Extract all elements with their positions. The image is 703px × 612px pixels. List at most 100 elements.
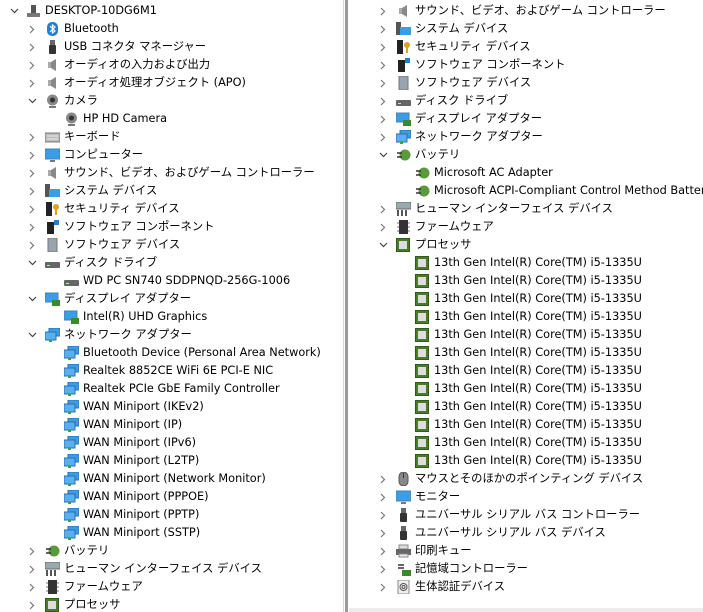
tree-item-keyboard[interactable]: キーボード <box>0 128 343 146</box>
tree-item-13th-gen-intel-r-core-tm-i5-1335u[interactable]: 13th Gen Intel(R) Core(TM) i5-1335U <box>349 434 703 452</box>
tree-item-13th-gen-intel-r-core-tm-i5-1335u[interactable]: 13th Gen Intel(R) Core(TM) i5-1335U <box>349 452 703 470</box>
chevron-right-icon[interactable] <box>25 74 39 92</box>
tree-item-disk-drive[interactable]: ディスク ドライブ <box>0 254 343 272</box>
tree-item-speaker[interactable]: サウンド、ビデオ、およびゲーム コントローラー <box>0 164 343 182</box>
chevron-right-icon[interactable] <box>376 578 390 596</box>
tree-item-apo[interactable]: オーディオ処理オブジェクト (APO) <box>0 74 343 92</box>
tree-item-13th-gen-intel-r-core-tm-i5-1335u[interactable]: 13th Gen Intel(R) Core(TM) i5-1335U <box>349 362 703 380</box>
tree-item-mouse[interactable]: マウスとそのほかのポインティング デバイス <box>349 470 703 488</box>
tree-item-microsoft-acpi-compliant-control-method-battery[interactable]: Microsoft ACPI-Compliant Control Method … <box>349 182 703 200</box>
tree-item-13th-gen-intel-r-core-tm-i5-1335u[interactable]: 13th Gen Intel(R) Core(TM) i5-1335U <box>349 380 703 398</box>
tree-item-battery[interactable]: バッテリ <box>349 146 703 164</box>
tree-item-display-adapter[interactable]: ディスプレイ アダプター <box>0 290 343 308</box>
chevron-down-icon[interactable] <box>7 2 21 20</box>
tree-item-desktop-10dg6m1[interactable]: DESKTOP-10DG6M1 <box>0 2 343 20</box>
tree-item-monitor[interactable]: モニター <box>349 488 703 506</box>
chevron-right-icon[interactable] <box>25 146 39 164</box>
chevron-right-icon[interactable] <box>376 2 390 20</box>
tree-item-bluetooth-device-personal-area-network[interactable]: Bluetooth Device (Personal Area Network) <box>0 344 343 362</box>
tree-item-hid[interactable]: ヒューマン インターフェイス デバイス <box>0 560 343 578</box>
tree-item-speaker[interactable]: オーディオの入力および出力 <box>0 56 343 74</box>
tree-item-firmware[interactable]: ファームウェア <box>0 578 343 596</box>
chevron-right-icon[interactable] <box>25 596 39 612</box>
chevron-right-icon[interactable] <box>25 128 39 146</box>
tree-item-13th-gen-intel-r-core-tm-i5-1335u[interactable]: 13th Gen Intel(R) Core(TM) i5-1335U <box>349 254 703 272</box>
chevron-down-icon[interactable] <box>25 290 39 308</box>
tree-item-software-device[interactable]: ソフトウェア デバイス <box>0 236 343 254</box>
tree-item-13th-gen-intel-r-core-tm-i5-1335u[interactable]: 13th Gen Intel(R) Core(TM) i5-1335U <box>349 344 703 362</box>
chevron-right-icon[interactable] <box>25 38 39 56</box>
tree-item-processor[interactable]: プロセッサ <box>349 236 703 254</box>
tree-item-software-device[interactable]: ソフトウェア デバイス <box>349 74 703 92</box>
tree-item-realtek-8852ce-wifi-6e-pci-e-nic[interactable]: Realtek 8852CE WiFi 6E PCI-E NIC <box>0 362 343 380</box>
chevron-right-icon[interactable] <box>376 524 390 542</box>
chevron-down-icon[interactable] <box>376 146 390 164</box>
tree-item-13th-gen-intel-r-core-tm-i5-1335u[interactable]: 13th Gen Intel(R) Core(TM) i5-1335U <box>349 416 703 434</box>
tree-item-usb[interactable]: ユニバーサル シリアル バス デバイス <box>349 524 703 542</box>
tree-item-firmware[interactable]: ファームウェア <box>349 218 703 236</box>
chevron-right-icon[interactable] <box>25 20 39 38</box>
chevron-right-icon[interactable] <box>25 182 39 200</box>
tree-item-printer[interactable]: 印刷キュー <box>349 542 703 560</box>
tree-item-wan-miniport-ikev2[interactable]: WAN Miniport (IKEv2) <box>0 398 343 416</box>
chevron-right-icon[interactable] <box>376 200 390 218</box>
chevron-right-icon[interactable] <box>25 236 39 254</box>
tree-item-usb[interactable]: USB コネクタ マネージャー <box>0 38 343 56</box>
tree-item-wan-miniport-network-monitor[interactable]: WAN Miniport (Network Monitor) <box>0 470 343 488</box>
tree-item-disk-drive[interactable]: ディスク ドライブ <box>349 92 703 110</box>
chevron-down-icon[interactable] <box>25 326 39 344</box>
chevron-right-icon[interactable] <box>376 38 390 56</box>
chevron-right-icon[interactable] <box>376 74 390 92</box>
tree-item-software-component[interactable]: ソフトウェア コンポーネント <box>0 218 343 236</box>
chevron-right-icon[interactable] <box>376 506 390 524</box>
tree-item-13th-gen-intel-r-core-tm-i5-1335u[interactable]: 13th Gen Intel(R) Core(TM) i5-1335U <box>349 308 703 326</box>
tree-item-webcam[interactable]: カメラ <box>0 92 343 110</box>
tree-item-network-adapter[interactable]: ネットワーク アダプター <box>0 326 343 344</box>
chevron-right-icon[interactable] <box>25 164 39 182</box>
chevron-right-icon[interactable] <box>25 56 39 74</box>
chevron-right-icon[interactable] <box>25 578 39 596</box>
tree-item-fingerprint[interactable]: 生体認証デバイス <box>349 578 703 596</box>
chevron-right-icon[interactable] <box>25 542 39 560</box>
tree-item-security-key[interactable]: セキュリティ デバイス <box>0 200 343 218</box>
tree-item-microsoft-ac-adapter[interactable]: Microsoft AC Adapter <box>349 164 703 182</box>
chevron-right-icon[interactable] <box>25 200 39 218</box>
chevron-right-icon[interactable] <box>376 110 390 128</box>
tree-item-realtek-pcie-gbe-family-controller[interactable]: Realtek PCIe GbE Family Controller <box>0 380 343 398</box>
chevron-right-icon[interactable] <box>376 20 390 38</box>
chevron-right-icon[interactable] <box>376 218 390 236</box>
tree-item-hp-hd-camera[interactable]: HP HD Camera <box>0 110 343 128</box>
tree-item-display-adapter[interactable]: ディスプレイ アダプター <box>349 110 703 128</box>
tree-item-wan-miniport-ipv6[interactable]: WAN Miniport (IPv6) <box>0 434 343 452</box>
chevron-right-icon[interactable] <box>376 92 390 110</box>
tree-item-wan-miniport-pptp[interactable]: WAN Miniport (PPTP) <box>0 506 343 524</box>
chevron-right-icon[interactable] <box>376 128 390 146</box>
tree-item-system-device[interactable]: システム デバイス <box>0 182 343 200</box>
chevron-right-icon[interactable] <box>376 56 390 74</box>
tree-item-wan-miniport-l2tp[interactable]: WAN Miniport (L2TP) <box>0 452 343 470</box>
tree-item-processor[interactable]: プロセッサ <box>0 596 343 612</box>
chevron-right-icon[interactable] <box>376 560 390 578</box>
tree-item-speaker[interactable]: サウンド、ビデオ、およびゲーム コントローラー <box>349 2 703 20</box>
pane-divider[interactable] <box>345 0 348 612</box>
tree-item-13th-gen-intel-r-core-tm-i5-1335u[interactable]: 13th Gen Intel(R) Core(TM) i5-1335U <box>349 326 703 344</box>
chevron-right-icon[interactable] <box>376 542 390 560</box>
tree-item-wan-miniport-ip[interactable]: WAN Miniport (IP) <box>0 416 343 434</box>
tree-item-hid[interactable]: ヒューマン インターフェイス デバイス <box>349 200 703 218</box>
chevron-right-icon[interactable] <box>376 470 390 488</box>
tree-item-usb[interactable]: ユニバーサル シリアル バス コントローラー <box>349 506 703 524</box>
chevron-right-icon[interactable] <box>376 488 390 506</box>
tree-item-wan-miniport-pppoe[interactable]: WAN Miniport (PPPOE) <box>0 488 343 506</box>
tree-item-wan-miniport-sstp[interactable]: WAN Miniport (SSTP) <box>0 524 343 542</box>
tree-item-storage-controller[interactable]: 記憶域コントローラー <box>349 560 703 578</box>
tree-item-13th-gen-intel-r-core-tm-i5-1335u[interactable]: 13th Gen Intel(R) Core(TM) i5-1335U <box>349 290 703 308</box>
tree-item-monitor[interactable]: コンピューター <box>0 146 343 164</box>
chevron-down-icon[interactable] <box>376 236 390 254</box>
chevron-down-icon[interactable] <box>25 254 39 272</box>
tree-item-13th-gen-intel-r-core-tm-i5-1335u[interactable]: 13th Gen Intel(R) Core(TM) i5-1335U <box>349 272 703 290</box>
chevron-right-icon[interactable] <box>25 560 39 578</box>
tree-item-intel-r-uhd-graphics[interactable]: Intel(R) UHD Graphics <box>0 308 343 326</box>
chevron-right-icon[interactable] <box>25 218 39 236</box>
tree-item-bluetooth[interactable]: Bluetooth <box>0 20 343 38</box>
chevron-down-icon[interactable] <box>25 92 39 110</box>
